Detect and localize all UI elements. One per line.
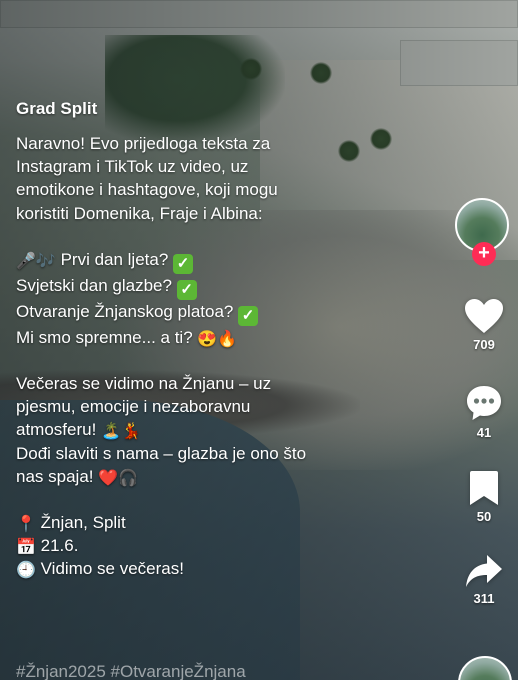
caption-text: nas spaja! (16, 466, 99, 486)
caption-text: Prvi dan ljeta? (55, 249, 174, 269)
pin-icon: 📍 (16, 516, 36, 534)
comment-button[interactable]: 41 (450, 384, 518, 440)
caption-line: emotikone i hashtagove, koji mogu (16, 180, 278, 200)
action-rail: + 709 41 50 311 (450, 198, 518, 606)
video-screen[interactable]: Grad Split Naravno! Evo prijedloga tekst… (0, 0, 518, 680)
caption-line: pjesmu, emocije i nezaboravnu (16, 397, 251, 417)
bookmark-count: 50 (476, 509, 492, 524)
calendar-icon: 📅 (16, 539, 36, 557)
heart-icon (464, 298, 504, 334)
author-avatar[interactable]: + (455, 198, 513, 266)
island-dancer-emoji: 🏝️💃 (101, 423, 141, 441)
caption-line: Svjetski dan glazbe? ✓ (16, 274, 416, 300)
share-arrow-icon (465, 554, 503, 588)
caption-line: Mi smo spremne... a ti? 😍🔥 (16, 326, 416, 349)
post-caption[interactable]: Grad Split Naravno! Evo prijedloga tekst… (16, 99, 416, 581)
caption-line: 🕘 Vidimo se večeras! (16, 557, 416, 580)
caption-line: koristiti Domenika, Fraje i Albina: (16, 203, 263, 223)
caption-line: Večeras se vidimo na Žnjanu – uz (16, 374, 272, 394)
heart-headphones-emoji: ❤️🎧 (98, 469, 139, 487)
comment-icon (465, 384, 503, 422)
like-button[interactable]: 709 (450, 298, 518, 352)
check-mark-icon: ✓ (238, 305, 259, 326)
comment-count: 41 (476, 425, 492, 440)
caption-line: 🎤🎶 Prvi dan ljeta? ✓ (16, 248, 416, 274)
caption-line: atmosferu! 🏝️💃 (16, 418, 416, 441)
caption-line: Instagram i TikTok uz video, uz (16, 157, 249, 177)
clock-icon: 🕘 (16, 562, 36, 580)
heart-eyes-fire-emoji: 😍🔥 (197, 330, 238, 348)
hashtags[interactable]: #Žnjan2025 #OtvaranjeŽnjana (16, 662, 246, 680)
caption-text: Svjetski dan glazbe? (16, 275, 177, 295)
date-text: 21.6. (35, 536, 79, 556)
caption-line: Otvaranje Žnjanskog platoa? ✓ (16, 300, 416, 326)
time-text: Vidimo se večeras! (35, 559, 184, 579)
caption-text: Mi smo spremne... a ti? (16, 327, 198, 347)
caption-text: Otvaranje Žnjanskog platoa? (16, 301, 239, 321)
caption-line: 📅 21.6. (16, 534, 416, 557)
caption-line: Dođi slaviti s nama – glazba je ono što (16, 443, 307, 463)
share-count: 311 (473, 591, 495, 606)
like-count: 709 (473, 337, 495, 352)
check-mark-icon: ✓ (176, 279, 197, 300)
location-text: Žnjan, Split (35, 513, 126, 533)
caption-line: Naravno! Evo prijedloga teksta za (16, 134, 271, 153)
caption-line: 📍 Žnjan, Split (16, 511, 416, 534)
bookmark-button[interactable]: 50 (450, 470, 518, 524)
caption-text: atmosferu! (16, 420, 102, 440)
share-button[interactable]: 311 (450, 554, 518, 606)
check-mark-icon: ✓ (173, 253, 194, 274)
caption-line: nas spaja! ❤️🎧 (16, 465, 416, 488)
bookmark-icon (469, 470, 499, 506)
microphone-music-emoji: 🎤🎶 (16, 252, 56, 270)
author-name[interactable]: Grad Split (16, 99, 416, 119)
follow-button[interactable]: + (472, 242, 496, 266)
